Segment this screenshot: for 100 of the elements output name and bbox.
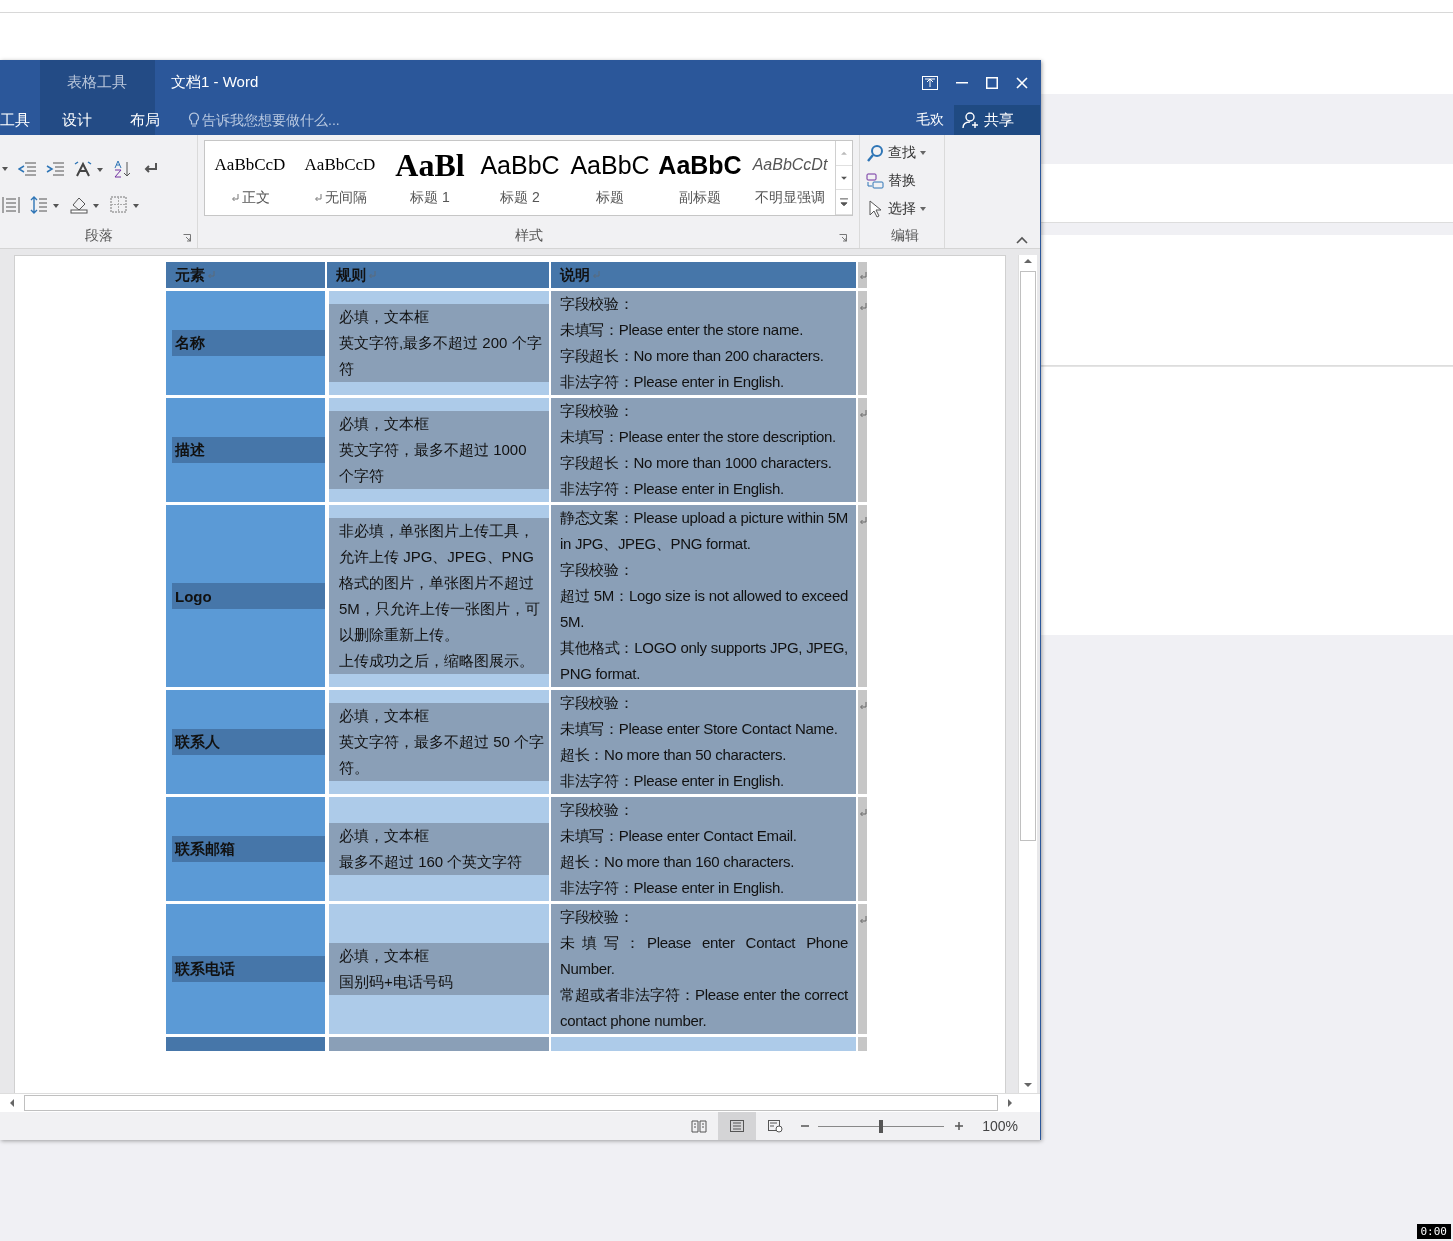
note-text: 字段校验： <box>560 560 635 580</box>
note-text: 其他格式：LOGO only supports JPG, JPEG, PNG format. <box>560 638 848 684</box>
zoom-level[interactable]: 100% <box>982 1118 1018 1134</box>
note-text: 超过 5M：Logo size is not allowed to exceed 5M. <box>560 586 848 632</box>
borders-icon[interactable] <box>110 196 140 214</box>
row-end-mark-icon <box>858 410 867 418</box>
zoom-slider[interactable] <box>818 1119 945 1133</box>
page-icon <box>729 1119 746 1133</box>
row-end-mark-icon <box>858 272 867 280</box>
paragraph-mark-icon <box>592 271 600 279</box>
column-header: 元素 <box>166 262 325 288</box>
element-label: 联系邮箱 <box>172 836 325 862</box>
view-button[interactable] <box>718 1112 757 1140</box>
rule-text: 必填，文本框 <box>339 706 430 726</box>
note-text: 非法字符：Please enter in English. <box>560 372 785 392</box>
note-text: 字段校验： <box>560 907 635 927</box>
person-add-icon <box>962 111 980 129</box>
style-item[interactable]: AaBbC 标题 2 <box>475 141 565 215</box>
book-icon <box>691 1119 708 1133</box>
user-name[interactable]: 毛欢 <box>916 111 944 129</box>
dialog-launcher-icon[interactable] <box>183 234 191 242</box>
rule-text: 必填，文本框 <box>339 946 430 966</box>
editing-button[interactable]: 替换 <box>866 168 944 194</box>
dialog-launcher-icon[interactable] <box>839 234 847 242</box>
scrollbar-thumb[interactable] <box>24 1095 998 1111</box>
row-end-cell <box>858 1037 867 1051</box>
note-text: 字段校验： <box>560 800 635 820</box>
paragraph-mark-icon <box>207 271 215 279</box>
scroll-right-icon[interactable] <box>1006 1098 1014 1108</box>
row-end-mark-icon <box>858 517 867 525</box>
element-label: 联系人 <box>172 729 325 755</box>
ribbon-tab[interactable]: 设计 <box>48 105 106 135</box>
ribbon-tab[interactable]: 布局 <box>116 105 174 135</box>
column-header: 规则 <box>327 262 549 288</box>
row-end-mark-icon <box>858 702 867 710</box>
caret-icon[interactable] <box>2 167 8 171</box>
note-text: 字段超长：No more than 1000 characters. <box>560 453 833 473</box>
increase-indent-icon[interactable] <box>46 161 64 177</box>
style-item[interactable]: AaBl 标题 1 <box>385 141 475 215</box>
web-page-icon <box>767 1119 784 1133</box>
group-label: 段落 <box>84 227 113 245</box>
editing-button[interactable]: 查找 <box>866 140 944 166</box>
pointer-icon <box>866 200 884 218</box>
rule-text: 必填，文本框 <box>339 307 430 327</box>
scroll-up-icon[interactable] <box>1023 257 1033 265</box>
shading-icon[interactable] <box>70 196 100 214</box>
note-text: 超长：No more than 50 characters. <box>560 745 788 765</box>
zoom-slider-thumb[interactable] <box>879 1120 884 1133</box>
note-text: 常超或者非法字符：Please enter the correct contact phone number. <box>560 985 848 1031</box>
row-end-mark-icon <box>858 303 867 311</box>
note-text: 未填写：Please enter the store description. <box>560 427 837 447</box>
style-item[interactable]: AaBbC 标题 <box>565 141 655 215</box>
close-icon[interactable] <box>1016 76 1028 89</box>
caret-icon <box>920 151 926 155</box>
text-direction-icon[interactable] <box>74 161 104 177</box>
sort-icon[interactable] <box>114 160 132 178</box>
style-item[interactable]: AaBbCcDt 不明显强调 <box>745 141 835 215</box>
ribbon-display-icon[interactable] <box>922 75 938 90</box>
recording-timer: 0:00 <box>1416 1224 1451 1239</box>
rule-text: 必填，文本框 <box>339 826 430 846</box>
note-text: 字段校验： <box>560 693 635 713</box>
style-item[interactable]: AaBbCcD 无间隔 <box>295 141 385 215</box>
line-spacing-icon[interactable] <box>30 196 60 214</box>
element-label: 联系电话 <box>172 956 325 982</box>
replace-icon <box>866 172 884 190</box>
note-text: 非法字符：Please enter in English. <box>560 479 785 499</box>
rule-text: 英文字符,最多不超过 200 个字符 <box>339 333 543 379</box>
note-text: 非法字符：Please enter in English. <box>560 878 785 898</box>
search-icon <box>866 144 884 162</box>
minimize-icon[interactable] <box>956 81 968 84</box>
style-item[interactable]: AaBbCcD 正文 <box>205 141 295 215</box>
editing-button[interactable]: 选择 <box>866 196 944 222</box>
rule-text: 非必填，单张图片上传工具，允许上传 JPG、JPEG、PNG 格式的图片，单张图片不超过 5M，只允许上传一张图片，可以删除重新上传。 <box>339 521 541 645</box>
note-text: 字段超长：No more than 200 characters. <box>560 346 825 366</box>
window-title: 文档1 - Word <box>171 73 259 92</box>
scroll-down-icon[interactable] <box>1023 1081 1033 1089</box>
tell-me-field[interactable]: 告诉我您想要做什么... <box>202 112 502 128</box>
style-item[interactable]: AaBbC 副标题 <box>655 141 745 215</box>
share-button[interactable]: 共享 <box>954 105 1040 135</box>
column-header: 说明 <box>551 262 856 288</box>
ribbon-tab[interactable]: 工具 <box>0 105 38 135</box>
vertical-scrollbar[interactable] <box>1018 255 1037 1093</box>
scroll-left-icon[interactable] <box>8 1098 16 1108</box>
note-text: 字段校验： <box>560 401 635 421</box>
maximize-icon[interactable] <box>986 76 998 89</box>
group-label: 样式 <box>514 227 543 245</box>
note-text: 非法字符：Please enter in English. <box>560 771 785 791</box>
element-label: 名称 <box>172 330 325 356</box>
collapse-ribbon-icon[interactable] <box>1016 236 1028 244</box>
row-end-mark-icon <box>858 809 867 817</box>
decrease-indent-icon[interactable] <box>18 161 36 177</box>
rule-text: 最多不超过 160 个英文字符 <box>339 852 524 872</box>
paragraph-mark-icon <box>368 271 376 279</box>
horizontal-scrollbar[interactable] <box>0 1093 1040 1112</box>
rule-text: 英文字符，最多不超过 50 个字符。 <box>339 732 545 778</box>
row-end-mark-icon <box>858 916 867 924</box>
context-tab-label: 表格工具 <box>66 73 128 92</box>
lightbulb-icon <box>188 112 200 128</box>
scrollbar-thumb[interactable] <box>1020 271 1036 841</box>
zoom-in-icon[interactable] <box>954 1121 965 1131</box>
